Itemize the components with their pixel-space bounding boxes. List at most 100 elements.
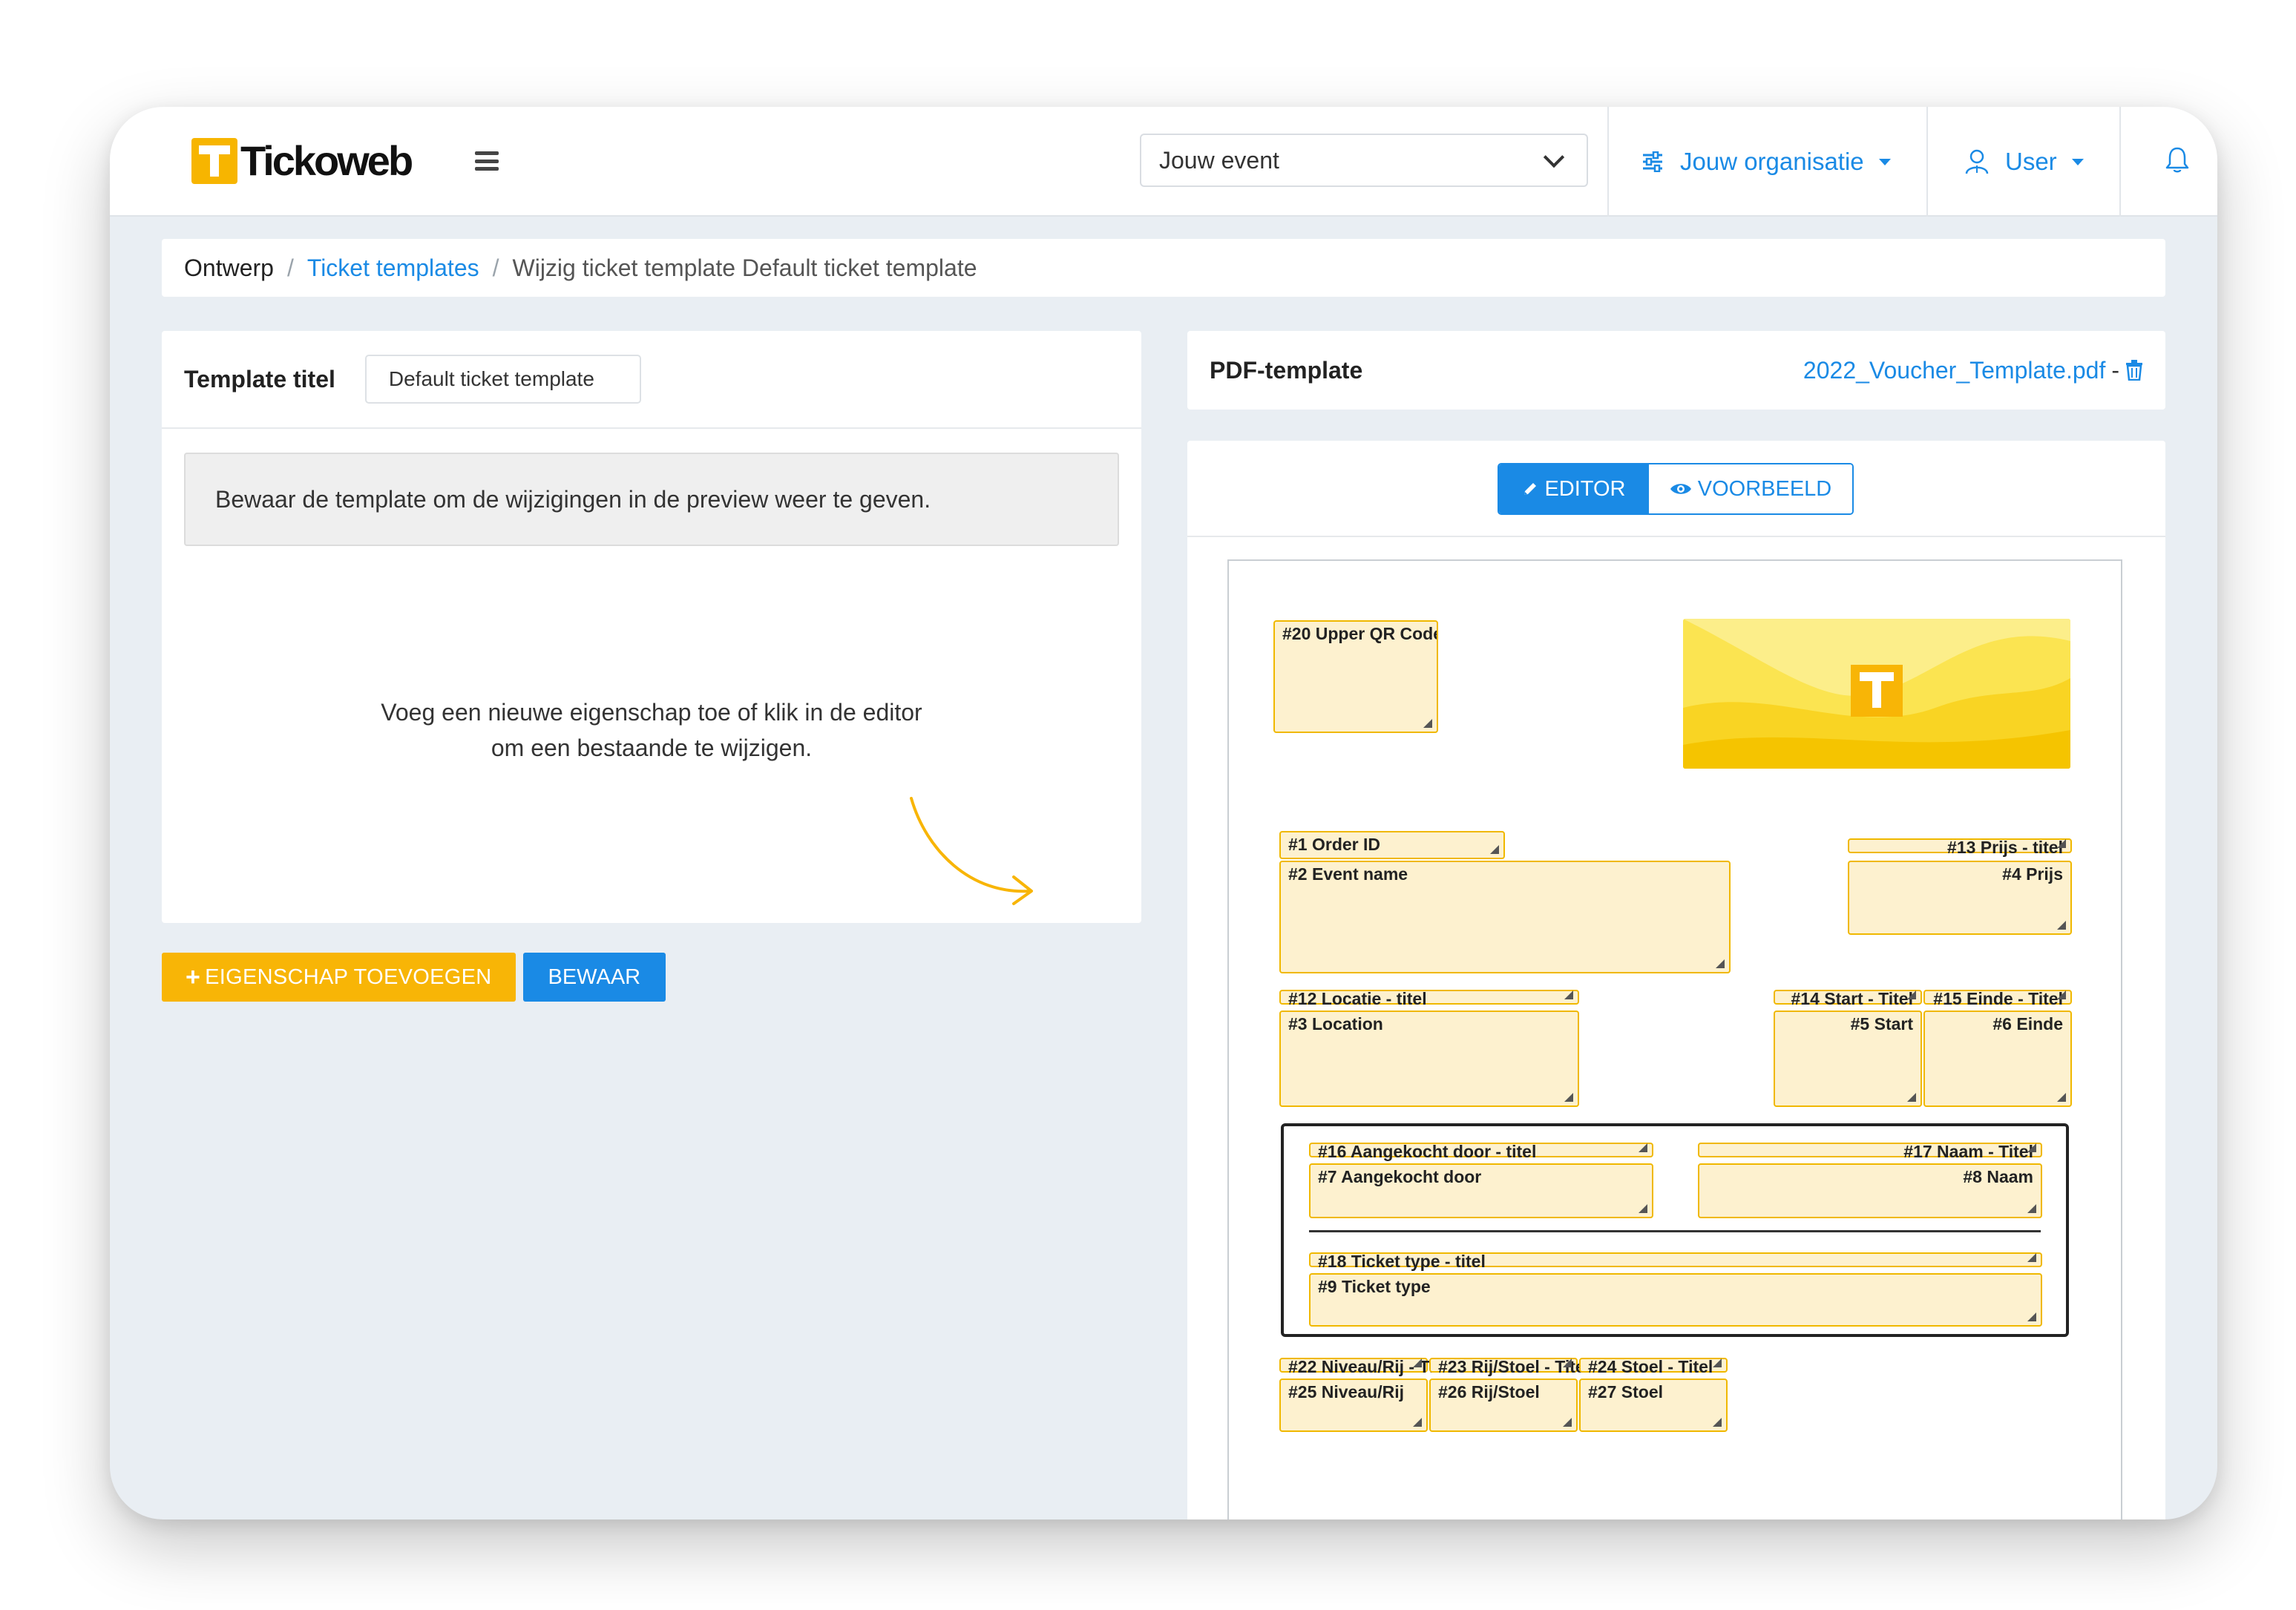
- field-ticket-type-titel[interactable]: #18 Ticket type - titel: [1309, 1252, 2042, 1270]
- resize-handle-icon[interactable]: [1713, 1358, 1722, 1367]
- field-rij-stoel-titel[interactable]: #23 Rij/Stoel - Titel: [1429, 1358, 1590, 1376]
- chevron-down-icon: [1543, 146, 1565, 168]
- editor-card: EDITOR VOORBEELD #20 Upper QR Code #1 Or…: [1187, 441, 2165, 1519]
- field-label: #4 Prijs: [2002, 864, 2063, 884]
- resize-handle-icon[interactable]: [1907, 1093, 1916, 1102]
- resize-handle-icon[interactable]: [2027, 1204, 2036, 1213]
- field-label: #8 Naam: [1963, 1167, 2033, 1186]
- tab-preview[interactable]: VOORBEELD: [1649, 464, 1852, 513]
- header-divider: [1607, 107, 1609, 217]
- field-ticket-type[interactable]: #9 Ticket type: [1309, 1273, 2042, 1327]
- field-locatie-titel[interactable]: #12 Locatie - titel: [1279, 990, 1579, 1008]
- field-start-titel[interactable]: #14 Start - Titel: [1774, 989, 1922, 1008]
- field-niveau-rij-titel[interactable]: #22 Niveau/Rij - Titel: [1279, 1358, 1454, 1376]
- resize-handle-icon[interactable]: [1639, 1143, 1647, 1152]
- resize-handle-icon[interactable]: [1423, 719, 1432, 728]
- trash-icon[interactable]: [2125, 360, 2143, 381]
- field-einde[interactable]: #6 Einde: [1923, 1011, 2072, 1107]
- field-aangekocht-door[interactable]: #7 Aangekocht door: [1309, 1163, 1653, 1218]
- header-divider: [1926, 107, 1928, 217]
- resize-handle-icon[interactable]: [1639, 1204, 1647, 1213]
- field-order-id[interactable]: #1 Order ID: [1279, 831, 1505, 859]
- field-label: #20 Upper QR Code: [1282, 624, 1438, 643]
- bell-icon[interactable]: [2162, 145, 2192, 175]
- header-divider: [2119, 107, 2121, 217]
- resize-handle-icon[interactable]: [1563, 1418, 1572, 1427]
- logo[interactable]: Tickoweb: [191, 137, 413, 185]
- field-label: #3 Location: [1288, 1014, 1383, 1034]
- event-select-value: Jouw event: [1159, 146, 1279, 174]
- view-toggle-row: EDITOR VOORBEELD: [1187, 441, 2165, 537]
- field-label: #2 Event name: [1288, 864, 1408, 884]
- resize-handle-icon[interactable]: [1564, 990, 1573, 999]
- resize-handle-icon[interactable]: [1713, 1418, 1722, 1427]
- organisation-menu[interactable]: Jouw organisatie: [1641, 107, 1891, 217]
- field-rij-stoel[interactable]: #26 Rij/Stoel: [1429, 1379, 1578, 1432]
- template-title-input[interactable]: Default ticket template: [364, 355, 641, 404]
- field-label: #7 Aangekocht door: [1318, 1167, 1482, 1186]
- logo-icon: [191, 137, 237, 184]
- editor-hint-line-2: om een bestaande te wijzigen.: [491, 735, 813, 761]
- sliders-icon: [1643, 151, 1662, 172]
- eye-icon: [1670, 484, 1691, 494]
- view-toggle: EDITOR VOORBEELD: [1498, 463, 1854, 515]
- field-location[interactable]: #3 Location: [1279, 1011, 1579, 1107]
- organisation-menu-label: Jouw organisatie: [1680, 148, 1864, 175]
- resize-handle-icon[interactable]: [2057, 1093, 2066, 1102]
- resize-handle-icon[interactable]: [2057, 839, 2066, 848]
- editor-hint: Voeg een nieuwe eigenschap toe of klik i…: [162, 694, 1141, 766]
- resize-handle-icon[interactable]: [1490, 845, 1499, 854]
- field-stoel[interactable]: #27 Stoel: [1579, 1379, 1728, 1432]
- event-select[interactable]: Jouw event: [1140, 134, 1588, 187]
- template-title-row: Template titel Default ticket template: [162, 331, 1141, 429]
- field-einde-titel[interactable]: #15 Einde - Titel: [1923, 989, 2072, 1008]
- resize-handle-icon[interactable]: [2057, 990, 2066, 999]
- save-button[interactable]: BEWAAR: [522, 953, 666, 1002]
- field-niveau-rij[interactable]: #25 Niveau/Rij: [1279, 1379, 1428, 1432]
- resize-handle-icon[interactable]: [1563, 1358, 1572, 1367]
- resize-handle-icon[interactable]: [2027, 1253, 2036, 1262]
- pdf-file-dash: -: [2111, 356, 2119, 384]
- resize-handle-icon[interactable]: [1564, 1093, 1573, 1102]
- field-event-name[interactable]: #2 Event name: [1279, 861, 1731, 973]
- field-start[interactable]: #5 Start: [1774, 1011, 1922, 1107]
- field-label: #27 Stoel: [1588, 1382, 1663, 1402]
- breadcrumb-link-ticket-templates[interactable]: Ticket templates: [307, 254, 479, 282]
- resize-handle-icon[interactable]: [1413, 1418, 1422, 1427]
- resize-handle-icon[interactable]: [2057, 921, 2066, 930]
- field-label: #9 Ticket type: [1318, 1277, 1431, 1296]
- hamburger-menu-icon[interactable]: [475, 151, 499, 171]
- resize-handle-icon[interactable]: [2027, 1312, 2036, 1321]
- field-prijs[interactable]: #4 Prijs: [1848, 861, 2072, 935]
- field-naam[interactable]: #8 Naam: [1698, 1163, 2042, 1218]
- add-property-button[interactable]: + EIGENSCHAP TOEVOEGEN: [162, 953, 516, 1002]
- breadcrumb: Ontwerp / Ticket templates / Wijzig tick…: [162, 239, 2165, 297]
- field-naam-titel[interactable]: #17 Naam - Titel: [1698, 1143, 2042, 1160]
- frame-divider: [1309, 1230, 2041, 1232]
- pdf-template-card: PDF-template 2022_Voucher_Template.pdf -: [1187, 331, 2165, 410]
- resize-handle-icon[interactable]: [1413, 1358, 1422, 1367]
- resize-handle-icon[interactable]: [1716, 959, 1725, 968]
- template-properties-card: Template titel Default ticket template B…: [162, 331, 1141, 923]
- tab-editor[interactable]: EDITOR: [1499, 464, 1649, 513]
- logo-text: Tickoweb: [240, 137, 413, 184]
- pdf-file-link[interactable]: 2022_Voucher_Template.pdf: [1803, 357, 2105, 384]
- field-stoel-titel[interactable]: #24 Stoel - Titel: [1579, 1358, 1728, 1376]
- template-title-value: Default ticket template: [388, 367, 594, 390]
- editor-hint-line-1: Voeg een nieuwe eigenschap toe of klik i…: [381, 699, 922, 726]
- field-label: #15 Einde - Titel: [1933, 989, 2063, 1008]
- save-notice-alert: Bewaar de template om de wijzigingen in …: [184, 453, 1119, 546]
- resize-handle-icon[interactable]: [1907, 990, 1916, 999]
- user-menu[interactable]: User: [1965, 107, 2084, 217]
- breadcrumb-current: Wijzig ticket template Default ticket te…: [512, 254, 977, 281]
- field-label: #13 Prijs - titel: [1947, 838, 2063, 857]
- ticket-editor-canvas[interactable]: #20 Upper QR Code #1 Order ID #2 Event n…: [1227, 559, 2122, 1519]
- field-upper-qr-code[interactable]: #20 Upper QR Code: [1273, 620, 1438, 733]
- field-aangekocht-door-titel[interactable]: #16 Aangekocht door - titel: [1309, 1143, 1653, 1160]
- field-prijs-titel[interactable]: #13 Prijs - titel: [1848, 838, 2072, 856]
- field-label: #6 Einde: [1992, 1014, 2063, 1034]
- caret-down-icon: [1878, 158, 1891, 165]
- field-label: #14 Start - Titel: [1791, 989, 1913, 1008]
- resize-handle-icon[interactable]: [2027, 1143, 2036, 1152]
- tab-editor-label: EDITOR: [1544, 476, 1626, 501]
